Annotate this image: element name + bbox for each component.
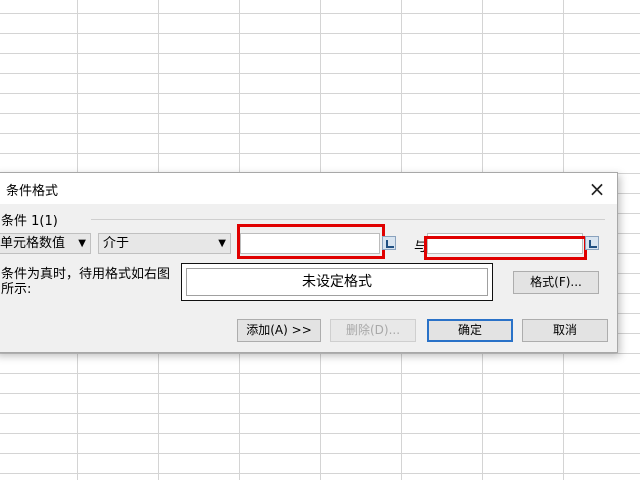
close-icon[interactable]: ×: [585, 177, 609, 201]
condition-type-value: 单元格数值: [0, 236, 66, 251]
format-button[interactable]: 格式(F)...: [513, 271, 599, 294]
chevron-down-icon: ▼: [218, 238, 226, 249]
condition-group-label: 条件 1(1): [1, 214, 58, 229]
preview-text: 未设定格式: [186, 268, 488, 296]
operator-select[interactable]: 介于 ▼: [98, 233, 231, 254]
group-divider: [91, 219, 605, 220]
condition-type-select[interactable]: 单元格数值 ▼: [0, 233, 91, 254]
value2-highlight: [424, 236, 587, 260]
cancel-button[interactable]: 取消: [522, 319, 608, 342]
add-button[interactable]: 添加(A) >>: [237, 319, 321, 342]
range-select-icon[interactable]: [382, 236, 396, 250]
delete-button[interactable]: 删除(D)...: [330, 319, 416, 342]
range-select-icon[interactable]: [585, 236, 599, 250]
dialog-title: 条件格式: [6, 184, 59, 199]
conditional-format-dialog: 条件格式 × 条件 1(1) 单元格数值 ▼ 介于 ▼ 与 条件为真时，待用格式…: [0, 172, 618, 353]
ok-button[interactable]: 确定: [427, 319, 513, 342]
dialog-titlebar[interactable]: 条件格式 ×: [0, 173, 617, 204]
condition-description: 条件为真时，待用格式如右图所示:: [1, 267, 171, 297]
operator-value: 介于: [103, 236, 130, 251]
format-preview: 未设定格式: [181, 263, 493, 301]
value1-highlight: [237, 224, 385, 259]
chevron-down-icon: ▼: [78, 238, 86, 249]
